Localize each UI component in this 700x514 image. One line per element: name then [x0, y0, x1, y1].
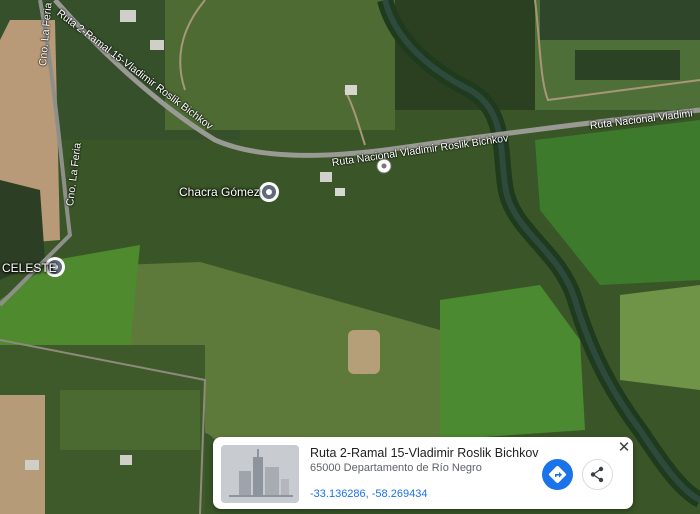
- place-info-card[interactable]: Ruta 2-Ramal 15-Vladimir Roslik Bichkov …: [213, 437, 633, 509]
- directions-icon: [548, 465, 567, 484]
- close-icon[interactable]: ✕: [615, 439, 633, 457]
- directions-button[interactable]: [542, 459, 573, 490]
- place-pin-icon[interactable]: [44, 256, 66, 278]
- building-placeholder-icon[interactable]: [221, 445, 299, 503]
- place-pin-icon[interactable]: [258, 181, 280, 203]
- card-coordinates[interactable]: -33.136286, -58.269434: [310, 488, 427, 500]
- share-icon: [590, 466, 604, 483]
- card-title: Ruta 2-Ramal 15-Vladimir Roslik Bichkov: [310, 446, 539, 460]
- share-button[interactable]: [582, 459, 613, 490]
- card-address: 65000 Departamento de Río Negro: [310, 462, 482, 474]
